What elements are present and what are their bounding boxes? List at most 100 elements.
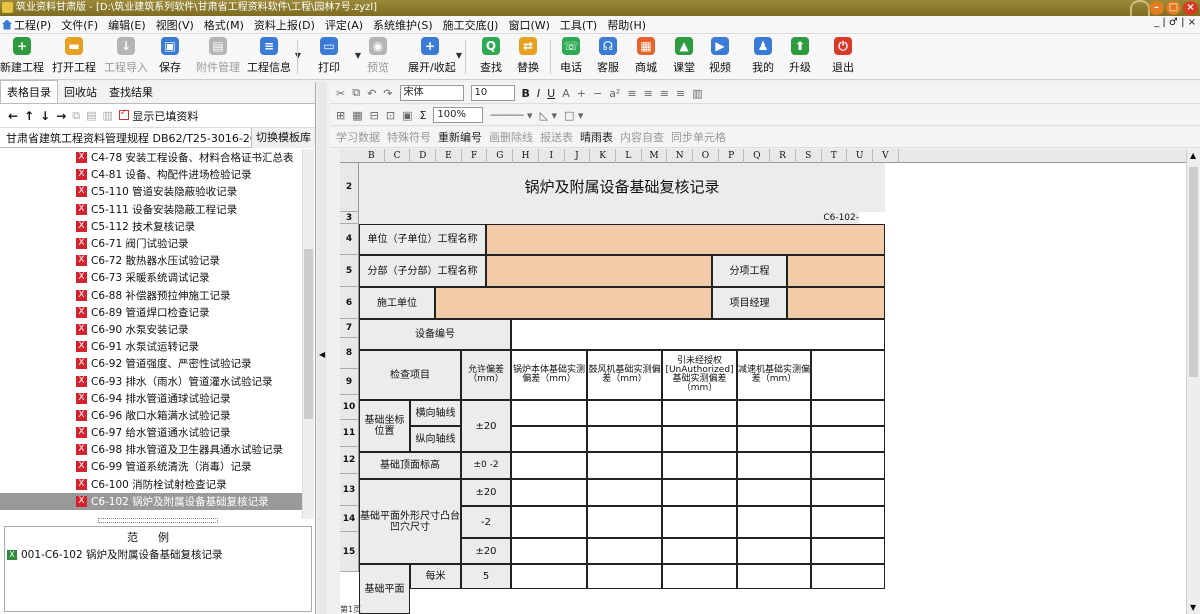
fan-header[interactable]: 引未经授权[UnAuthorized]基础实测偏差（mm）: [662, 350, 737, 400]
tree-item[interactable]: X C5-112 技术复核记录: [0, 218, 302, 235]
tree-item[interactable]: X C6-99 管道系统清洗（消毒）记录: [0, 458, 302, 475]
tree-scrollbar[interactable]: [302, 149, 314, 519]
data-cell[interactable]: [662, 426, 737, 452]
plane-bottom-label[interactable]: 基础平面: [359, 564, 410, 614]
toolbar-button-17[interactable]: ⬆ 升级: [778, 37, 822, 75]
data-cell[interactable]: [662, 400, 737, 426]
example-item[interactable]: X 001-C6-102 锅炉及附属设备基础复核记录: [5, 547, 311, 562]
renumber-button[interactable]: 重新编号: [438, 129, 482, 145]
columns-icon[interactable]: ▥: [692, 87, 702, 100]
per-meter-tolerance[interactable]: 5: [461, 564, 511, 589]
data-cell[interactable]: [811, 564, 885, 589]
font-name-select[interactable]: 宋体: [399, 85, 464, 101]
data-cell[interactable]: [811, 506, 885, 538]
column-header[interactable]: K: [590, 149, 616, 163]
italic-icon[interactable]: I: [537, 87, 540, 100]
add-icon[interactable]: +: [577, 87, 586, 100]
scroll-up-icon[interactable]: ▲: [1190, 151, 1196, 160]
tree-item[interactable]: X C6-91 水泵试运转记录: [0, 338, 302, 355]
align-right-icon[interactable]: ≡: [660, 87, 669, 100]
project-manager-input[interactable]: [787, 287, 885, 319]
size-tol-3[interactable]: ±20: [461, 538, 511, 564]
column-header[interactable]: M: [642, 149, 668, 163]
column-header[interactable]: S: [796, 149, 822, 163]
data-cell[interactable]: [662, 506, 737, 538]
text-color-icon[interactable]: A: [562, 87, 570, 100]
tree-item[interactable]: X C6-72 散热器水压试验记录: [0, 252, 302, 269]
row-header[interactable]: 13: [340, 474, 359, 506]
row-header[interactable]: 3: [340, 212, 359, 224]
minimize-button[interactable]: –: [1149, 1, 1164, 15]
bold-icon[interactable]: B: [522, 87, 530, 100]
axis-group-label[interactable]: 基础坐标位置: [359, 400, 410, 452]
data-cell[interactable]: [737, 479, 811, 506]
lock-icon[interactable]: ▣: [402, 109, 412, 122]
tree-item[interactable]: X C5-110 管道安装隐蔽验收记录: [0, 183, 302, 200]
tree-item[interactable]: X C6-93 排水（雨水）管道灌水试验记录: [0, 372, 302, 389]
tree-item[interactable]: X C6-100 消防栓试射检查记录: [0, 476, 302, 493]
switch-template-button[interactable]: 切换模板库: [251, 127, 315, 148]
tree-item[interactable]: X C6-88 补偿器预拉伸施工记录: [0, 287, 302, 304]
sum-icon[interactable]: Σ: [419, 109, 426, 122]
data-cell[interactable]: [587, 479, 662, 506]
data-cell[interactable]: [662, 564, 737, 589]
elev-tolerance[interactable]: ±0 -2: [461, 452, 511, 479]
data-cell[interactable]: [811, 538, 885, 564]
scroll-down-icon[interactable]: ▼: [1190, 603, 1196, 612]
show-filled-toggle[interactable]: 显示已填资料: [118, 108, 198, 124]
menu-briefing[interactable]: 施工交底(J): [438, 17, 504, 33]
data-cell[interactable]: [511, 538, 587, 564]
unit-project-label[interactable]: 单位（子单位）工程名称: [359, 224, 486, 255]
line-color-icon[interactable]: ◺ ▾: [540, 109, 557, 122]
row-header[interactable]: 5: [340, 255, 359, 287]
strikethrough-button[interactable]: 画删除线: [489, 129, 533, 145]
tree-item[interactable]: X C6-73 采暖系统调试记录: [0, 269, 302, 286]
column-header[interactable]: B: [359, 149, 385, 163]
panel-splitter[interactable]: ◀: [317, 82, 327, 614]
toolbar-button-7[interactable]: ◉ 预览: [356, 37, 400, 75]
column-header[interactable]: H: [513, 149, 539, 163]
align-center-icon[interactable]: ≡: [644, 87, 653, 100]
toolbar-button-6[interactable]: ▭ 打印 ▼: [307, 37, 361, 75]
item-project-label[interactable]: 分项工程: [712, 255, 787, 287]
row-header[interactable]: 10: [340, 395, 359, 420]
tree-item[interactable]: X C5-111 设备安装隐蔽工程记录: [0, 201, 302, 218]
data-cell[interactable]: [811, 400, 885, 426]
tree-item[interactable]: X C6-94 排水管道通球试验记录: [0, 390, 302, 407]
sheet-tab[interactable]: 第1页: [340, 606, 361, 614]
sub-project-input[interactable]: [486, 255, 712, 287]
underline-icon[interactable]: U: [547, 87, 555, 100]
sub-project-label[interactable]: 分部（子分部）工程名称: [359, 255, 486, 287]
boiler-header[interactable]: 锅炉本体基础实测偏差（mm）: [511, 350, 587, 400]
menu-edit[interactable]: 编辑(E): [103, 17, 151, 33]
menu-format[interactable]: 格式(M): [199, 17, 249, 33]
column-header[interactable]: T: [822, 149, 848, 163]
redo-icon[interactable]: ↷: [383, 87, 392, 100]
equipment-no-label[interactable]: 设备编号: [359, 319, 511, 350]
delete-icon[interactable]: ▥: [103, 109, 113, 122]
row-header[interactable]: 15: [340, 532, 359, 572]
scroll-thumb[interactable]: [304, 249, 313, 419]
menu-file[interactable]: 文件(F): [56, 17, 103, 33]
row-header[interactable]: 2: [340, 163, 359, 212]
column-header[interactable]: C: [385, 149, 411, 163]
data-cell[interactable]: [587, 564, 662, 589]
row-header[interactable]: 4: [340, 224, 359, 255]
merge-icon[interactable]: ⊞: [336, 109, 345, 122]
column-header[interactable]: D: [410, 149, 437, 163]
extra-header[interactable]: [811, 350, 885, 400]
tree-item[interactable]: X C6-89 管道焊口检查记录: [0, 304, 302, 321]
mdi-controls[interactable]: _ | ♂ | ×: [1154, 17, 1196, 28]
menu-system[interactable]: 系统维护(S): [368, 17, 438, 33]
menu-window[interactable]: 窗口(W): [503, 17, 554, 33]
toolbar-button-3[interactable]: ▣ 保存: [148, 37, 192, 75]
size-tol-2[interactable]: -2: [461, 506, 511, 538]
dropdown-caret-icon[interactable]: ▼: [456, 51, 462, 60]
top-elev-label[interactable]: 基础顶面标高: [359, 452, 461, 479]
data-cell[interactable]: [662, 538, 737, 564]
data-cell[interactable]: [737, 538, 811, 564]
data-cell[interactable]: [587, 538, 662, 564]
data-cell[interactable]: [662, 452, 737, 479]
menu-tools[interactable]: 工具(T): [555, 17, 602, 33]
weather-table-button[interactable]: 晴雨表: [580, 129, 613, 145]
